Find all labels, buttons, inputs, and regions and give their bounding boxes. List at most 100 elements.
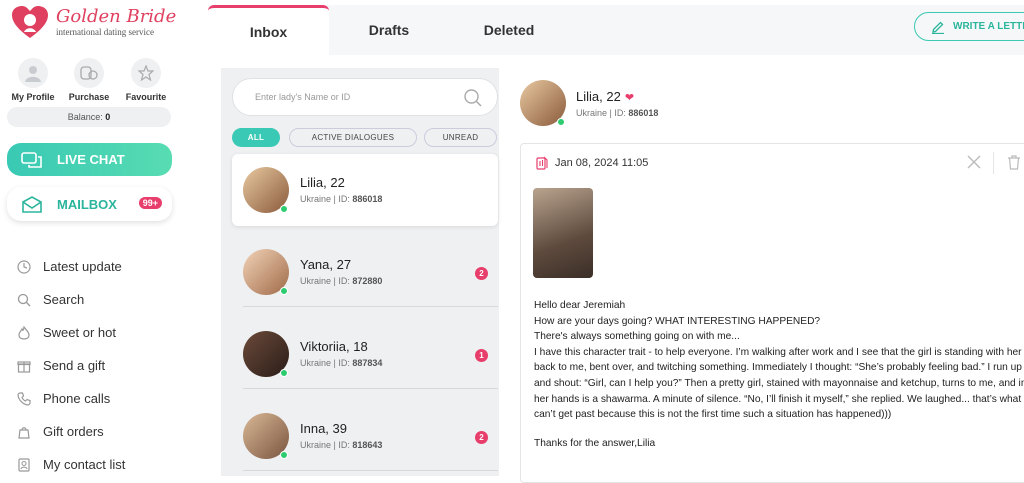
write-letter-label: WRITE A LETTER <box>953 21 1024 32</box>
conversation-name: Inna, 39 <box>300 421 347 436</box>
star-icon <box>131 58 161 88</box>
verified-heart-icon: ❤ <box>624 92 635 104</box>
detail-meta: Ukraine | ID: 886018 <box>576 108 659 118</box>
detail-name[interactable]: Lilia, 22 ❤ <box>576 89 634 104</box>
nav-label: Phone calls <box>43 391 111 406</box>
letter-line: There's always something going on with m… <box>534 331 740 343</box>
gift-orders-icon <box>16 424 32 440</box>
online-indicator <box>280 205 288 213</box>
unread-count-badge: 2 <box>475 267 488 280</box>
list-divider <box>243 470 498 471</box>
pencil-icon <box>932 21 944 34</box>
nav-send-a-gift[interactable]: Send a gift <box>16 349 125 382</box>
letter-line: I have this character trait - to help ev… <box>534 346 1024 421</box>
nav-gift-orders[interactable]: Gift orders <box>16 415 125 448</box>
nav-label: Sweet or hot <box>43 325 116 340</box>
nav-label: Search <box>43 292 85 307</box>
favourite-label: Favourite <box>125 92 167 102</box>
heart-logo-icon <box>12 6 48 38</box>
conversation-item[interactable]: Viktoriia, 18 Ukraine | ID: 887834 1 <box>232 318 498 390</box>
search-input[interactable]: Enter lady's Name or ID <box>232 78 498 116</box>
filter-all[interactable]: ALL <box>232 128 280 147</box>
trash-icon[interactable] <box>1007 155 1021 170</box>
mailbox-button[interactable]: MAILBOX 99+ <box>7 187 172 221</box>
clock-icon <box>16 259 32 275</box>
tab-drafts[interactable]: Drafts <box>329 5 449 55</box>
nav-label: Latest update <box>43 259 122 274</box>
gift-icon <box>16 358 32 374</box>
live-chat-label: LIVE CHAT <box>57 152 125 167</box>
tab-inbox[interactable]: Inbox <box>208 5 329 55</box>
search-placeholder: Enter lady's Name or ID <box>255 92 351 102</box>
mailbox-main: Inbox Drafts Deleted WRITE A LETTER Ente… <box>208 0 1024 483</box>
user-icon <box>18 58 48 88</box>
toolbar-divider <box>993 152 994 174</box>
close-icon[interactable] <box>967 155 981 169</box>
unread-count-badge: 2 <box>475 431 488 444</box>
mailbox-label: MAILBOX <box>57 196 117 212</box>
mailbox-count-badge: 99+ <box>138 197 162 209</box>
letter-date: Jan 08, 2024 11:05 <box>555 157 649 169</box>
chat-icon <box>21 151 42 168</box>
conversation-item[interactable]: Lilia, 22 Ukraine | ID: 886018 <box>232 154 498 226</box>
conversation-meta: Ukraine | ID: 818643 <box>300 440 383 450</box>
nav-label: Gift orders <box>43 424 104 439</box>
list-divider <box>243 388 498 389</box>
contacts-icon <box>16 457 32 473</box>
balance-label: Balance: <box>67 112 103 122</box>
nav-sweet-or-hot[interactable]: Sweet or hot <box>16 316 125 349</box>
favourite-button[interactable]: Favourite <box>116 58 176 102</box>
letter-body: Hello dear Jeremiah How are your days go… <box>534 298 1024 451</box>
conversation-meta: Ukraine | ID: 887834 <box>300 358 383 368</box>
coins-icon <box>74 58 104 88</box>
nav-latest-update[interactable]: Latest update <box>16 250 125 283</box>
live-chat-button[interactable]: LIVE CHAT <box>7 143 172 176</box>
purchase-label: Purchase <box>68 92 110 102</box>
purchase-button[interactable]: Purchase <box>59 58 119 102</box>
nav-phone-calls[interactable]: Phone calls <box>16 382 125 415</box>
balance-bar: Balance: 0 <box>7 107 171 127</box>
conversation-list-panel: Enter lady's Name or ID ALL ACTIVE DIALO… <box>221 68 499 476</box>
online-indicator <box>557 118 565 126</box>
tab-deleted[interactable]: Deleted <box>449 5 569 55</box>
online-indicator <box>280 287 288 295</box>
letter-line: How are your days going? WHAT INTERESTIN… <box>534 315 821 327</box>
brand-logo[interactable]: Golden Bride international dating servic… <box>12 4 182 40</box>
phone-icon <box>16 391 32 407</box>
nav-label: Send a gift <box>43 358 106 373</box>
brand-subtitle: international dating service <box>56 27 154 37</box>
main-nav: Latest update Search Sweet or hot Send a… <box>16 250 125 481</box>
my-profile-label: My Profile <box>11 92 55 102</box>
online-indicator <box>280 369 288 377</box>
conversation-item[interactable]: Inna, 39 Ukraine | ID: 818643 2 <box>232 400 498 472</box>
nav-label: My contact list <box>43 457 126 472</box>
search-icon[interactable] <box>463 88 483 108</box>
letter-line: Hello dear Jeremiah <box>534 300 626 311</box>
attached-photo[interactable] <box>533 188 593 278</box>
conversation-meta: Ukraine | ID: 872880 <box>300 276 383 286</box>
flame-icon <box>16 325 32 341</box>
brand-title: Golden Bride <box>56 6 177 27</box>
letter-signoff: Thanks for the answer,Lilia <box>534 437 656 449</box>
online-indicator <box>280 451 288 459</box>
search-icon <box>16 292 32 308</box>
write-letter-button[interactable]: WRITE A LETTER <box>914 12 1024 41</box>
attachment-icon <box>536 156 548 170</box>
sidebar: Golden Bride international dating servic… <box>0 0 190 476</box>
conversation-item[interactable]: Yana, 27 Ukraine | ID: 872880 2 <box>232 236 498 308</box>
filter-active-dialogues[interactable]: ACTIVE DIALOGUES <box>289 128 417 147</box>
my-profile-button[interactable]: My Profile <box>3 58 63 102</box>
mail-icon <box>22 196 42 213</box>
letter-detail-panel: Lilia, 22 ❤ Ukraine | ID: 886018 Jan 08, … <box>518 68 1024 483</box>
balance-value: 0 <box>105 112 111 122</box>
nav-search[interactable]: Search <box>16 283 125 316</box>
unread-count-badge: 1 <box>475 349 488 362</box>
conversation-name: Yana, 27 <box>300 257 352 272</box>
conversation-name: Viktoriia, 18 <box>300 339 368 354</box>
conversation-meta: Ukraine | ID: 886018 <box>300 194 383 204</box>
nav-my-contact-list[interactable]: My contact list <box>16 448 125 481</box>
letter-card: Jan 08, 2024 11:05 Hello dear Jeremiah H… <box>520 143 1024 483</box>
list-divider <box>243 306 498 307</box>
filter-unread[interactable]: UNREAD <box>424 128 497 147</box>
conversation-name: Lilia, 22 <box>300 175 345 190</box>
